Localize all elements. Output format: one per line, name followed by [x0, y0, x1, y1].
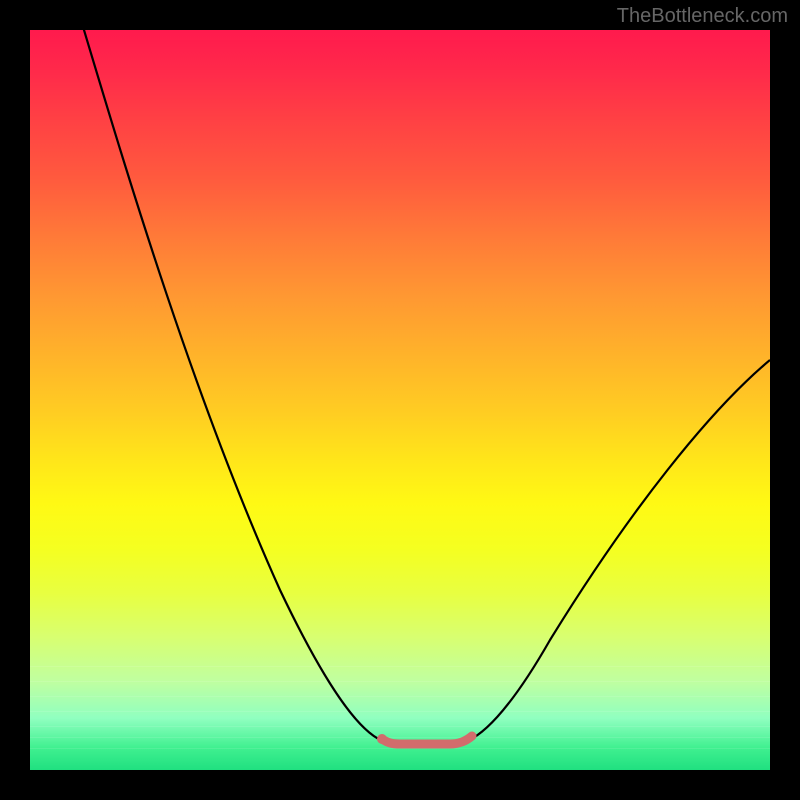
flat-zone-marker [382, 736, 472, 744]
chart-svg [30, 30, 770, 770]
plot-area [30, 30, 770, 770]
bottleneck-curve [75, 30, 770, 743]
watermark-text: TheBottleneck.com [617, 5, 788, 28]
flat-zone-left-dot [377, 734, 387, 744]
